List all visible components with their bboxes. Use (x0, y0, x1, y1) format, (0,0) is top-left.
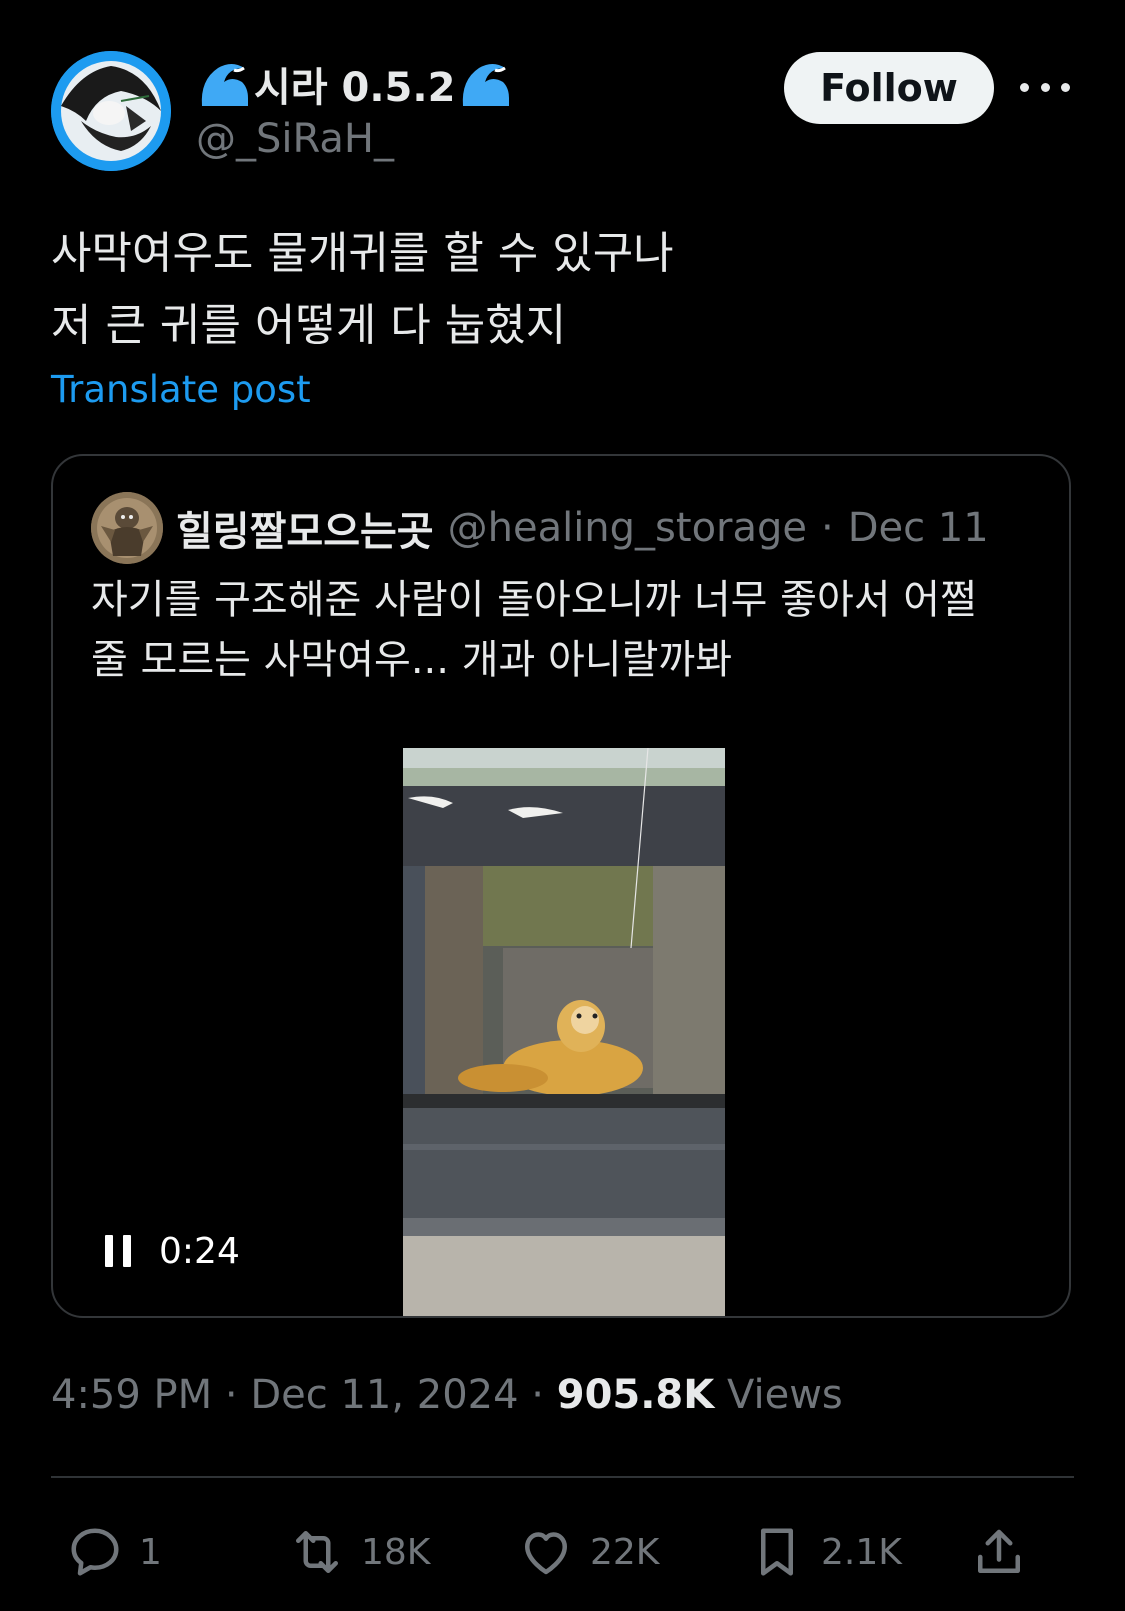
post-text: 사막여우도 물개귀를 할 수 있구나 저 큰 귀를 어떻게 다 눕혔지 (51, 218, 1071, 362)
author-name-row[interactable]: 시라 0.5.2 (198, 56, 511, 112)
quoted-date[interactable]: Dec 11 (848, 505, 989, 551)
post-date[interactable]: Dec 11, 2024 (250, 1372, 518, 1418)
video-timestamp: 0:24 (159, 1230, 240, 1272)
divider (51, 1476, 1074, 1478)
action-bar: 1 18K 22K 2.1K (51, 1520, 1074, 1584)
quoted-post[interactable]: 힐링짤모으는곳 @healing_storage · Dec 11 자기를 구조… (51, 454, 1071, 1318)
translate-post-link[interactable]: Translate post (51, 368, 311, 411)
author-avatar[interactable] (51, 51, 171, 171)
reply-button[interactable]: 1 (65, 1520, 162, 1584)
quoted-author-avatar[interactable] (91, 492, 163, 564)
wave-icon (201, 64, 248, 106)
quoted-text: 자기를 구조해준 사람이 돌아오니까 너무 좋아서 어쩔 줄 모르는 사막여우.… (91, 570, 1041, 690)
video-player[interactable] (403, 748, 725, 1316)
bookmark-count: 2.1K (821, 1531, 902, 1573)
repost-icon (296, 1531, 338, 1573)
post-text-line: 저 큰 귀를 어떻게 다 눕혔지 (51, 300, 567, 351)
views-count: 905.8K (556, 1372, 715, 1418)
post-text-line: 사막여우도 물개귀를 할 수 있구나 (51, 228, 674, 279)
like-button[interactable]: 22K (516, 1520, 659, 1584)
avatar-image (51, 51, 171, 171)
video-controls[interactable]: 0:24 (105, 1226, 240, 1276)
bookmark-icon (761, 1528, 793, 1576)
pause-icon[interactable] (105, 1235, 131, 1267)
separator: · (821, 505, 834, 551)
like-icon (525, 1532, 567, 1575)
like-count: 22K (590, 1531, 660, 1573)
more-icon[interactable] (1020, 72, 1070, 102)
quoted-header: 힐링짤모으는곳 @healing_storage · Dec 11 (176, 496, 989, 560)
reply-icon (71, 1528, 119, 1576)
separator: · (224, 1372, 238, 1418)
post-meta: 4:59 PM · Dec 11, 2024 · 905.8K Views (51, 1372, 843, 1418)
quoted-handle[interactable]: @healing_storage (448, 505, 807, 551)
quoted-text-line: 자기를 구조해준 사람이 돌아오니까 너무 좋아서 어쩔 (91, 577, 977, 623)
reply-count: 1 (139, 1531, 162, 1573)
follow-button[interactable]: Follow (784, 52, 994, 124)
share-icon (978, 1529, 1020, 1573)
separator: · (531, 1372, 545, 1418)
repost-button[interactable]: 18K (287, 1520, 430, 1584)
quoted-text-line: 줄 모르는 사막여우... 개과 아니랄까봐 (91, 637, 733, 683)
author-handle[interactable]: @_SiRaH_ (196, 116, 394, 162)
bookmark-button[interactable]: 2.1K (747, 1520, 902, 1584)
video-frame (403, 748, 725, 1316)
author-display-name: 시라 0.5.2 (254, 65, 456, 111)
repost-count: 18K (361, 1531, 431, 1573)
share-button[interactable] (969, 1520, 1029, 1584)
post-time[interactable]: 4:59 PM (51, 1372, 212, 1418)
quoted-display-name[interactable]: 힐링짤모으는곳 (176, 499, 434, 557)
avatar-image (91, 492, 163, 564)
views-label: Views (726, 1372, 843, 1418)
wave-icon (463, 64, 510, 106)
